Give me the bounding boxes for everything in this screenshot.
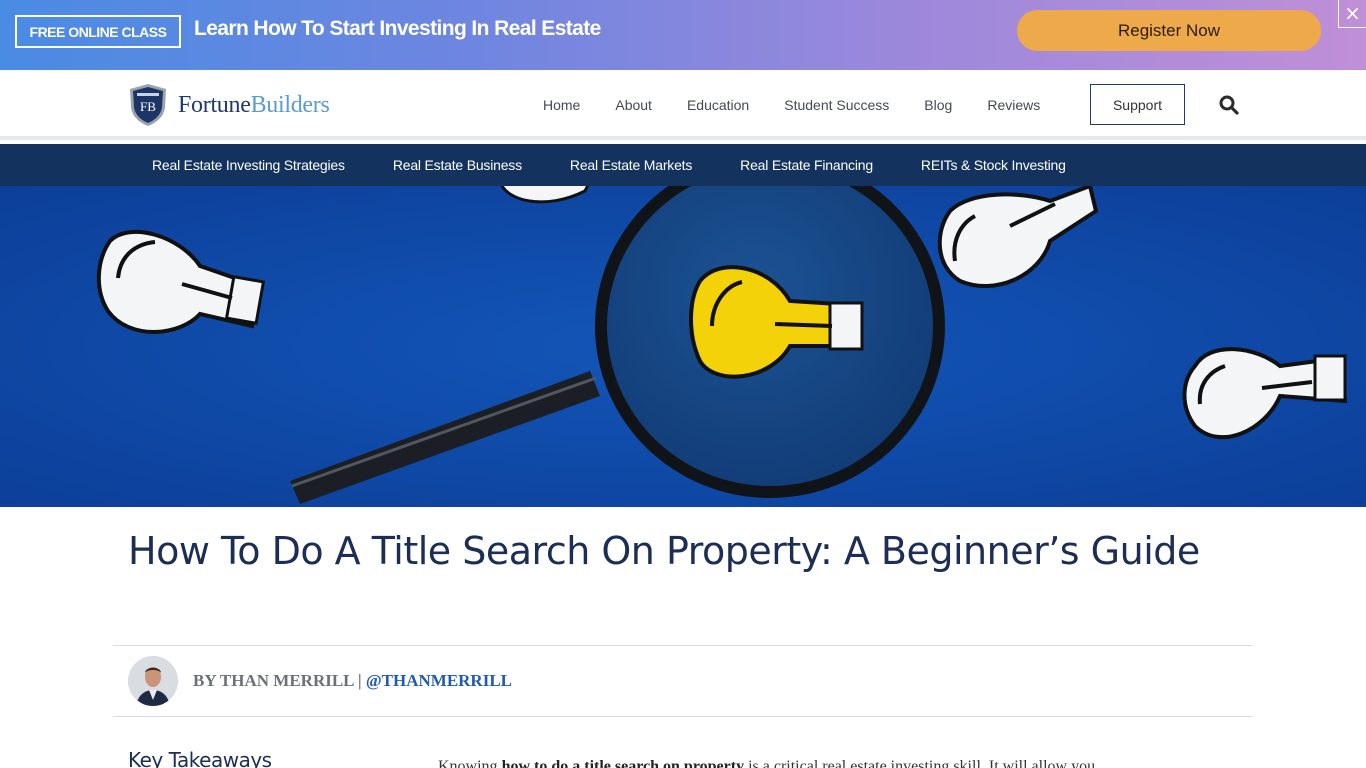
category-markets[interactable]: Real Estate Markets: [570, 157, 692, 173]
promo-banner: FREE ONLINE CLASS Learn How To Start Inv…: [0, 0, 1366, 70]
category-financing[interactable]: Real Estate Financing: [740, 157, 873, 173]
nav-about[interactable]: About: [615, 97, 652, 113]
category-business[interactable]: Real Estate Business: [393, 157, 522, 173]
intro-bold-text: how to do a title search on property: [501, 758, 745, 768]
shield-logo-icon: FB: [130, 84, 166, 126]
author-avatar[interactable]: [128, 656, 178, 706]
hero-illustration: [0, 186, 1366, 507]
nav-home[interactable]: Home: [543, 97, 580, 113]
search-icon[interactable]: [1218, 94, 1240, 116]
support-button[interactable]: Support: [1090, 84, 1185, 125]
nav-student-success[interactable]: Student Success: [784, 97, 889, 113]
nav-reviews[interactable]: Reviews: [987, 97, 1040, 113]
nav-blog[interactable]: Blog: [924, 97, 952, 113]
intro-text: Knowing: [438, 758, 502, 768]
promo-headline[interactable]: Learn How To Start Investing In Real Est…: [194, 17, 601, 41]
intro-text: is a critical real estate investing skil…: [744, 758, 1096, 768]
byline-text: BY THAN MERRILL | @THANMERRILL: [193, 671, 512, 691]
fortunebuilders-logo[interactable]: FB FortuneBuilders: [128, 83, 330, 127]
close-icon[interactable]: ×: [1338, 0, 1366, 28]
article-intro-paragraph: Knowing how to do a title search on prop…: [438, 758, 1238, 768]
svg-text:FB: FB: [140, 99, 156, 114]
register-now-button[interactable]: Register Now: [1017, 10, 1321, 51]
article-title: How To Do A Title Search On Property: A …: [128, 529, 1200, 573]
hero-image: [0, 186, 1366, 507]
key-takeaways-heading: Key Takeaways: [128, 748, 272, 768]
category-investing-strategies[interactable]: Real Estate Investing Strategies: [152, 157, 345, 173]
byline-separator: |: [353, 671, 366, 690]
divider: [113, 716, 1253, 717]
category-reits-stock[interactable]: REITs & Stock Investing: [921, 157, 1066, 173]
divider: [113, 645, 1253, 646]
nav-education[interactable]: Education: [687, 97, 749, 113]
main-nav: Home About Education Student Success Blo…: [543, 70, 1075, 140]
category-nav: Real Estate Investing Strategies Real Es…: [0, 144, 1366, 186]
logo-wordmark: FortuneBuilders: [178, 91, 330, 118]
free-online-class-badge[interactable]: FREE ONLINE CLASS: [15, 15, 181, 48]
author-twitter-link[interactable]: @THANMERRILL: [366, 671, 512, 690]
person-avatar-icon: [128, 656, 178, 706]
site-header: FB FortuneBuilders Home About Education …: [0, 70, 1366, 140]
author-name: BY THAN MERRILL: [193, 671, 354, 690]
author-byline: BY THAN MERRILL | @THANMERRILL: [128, 656, 512, 706]
